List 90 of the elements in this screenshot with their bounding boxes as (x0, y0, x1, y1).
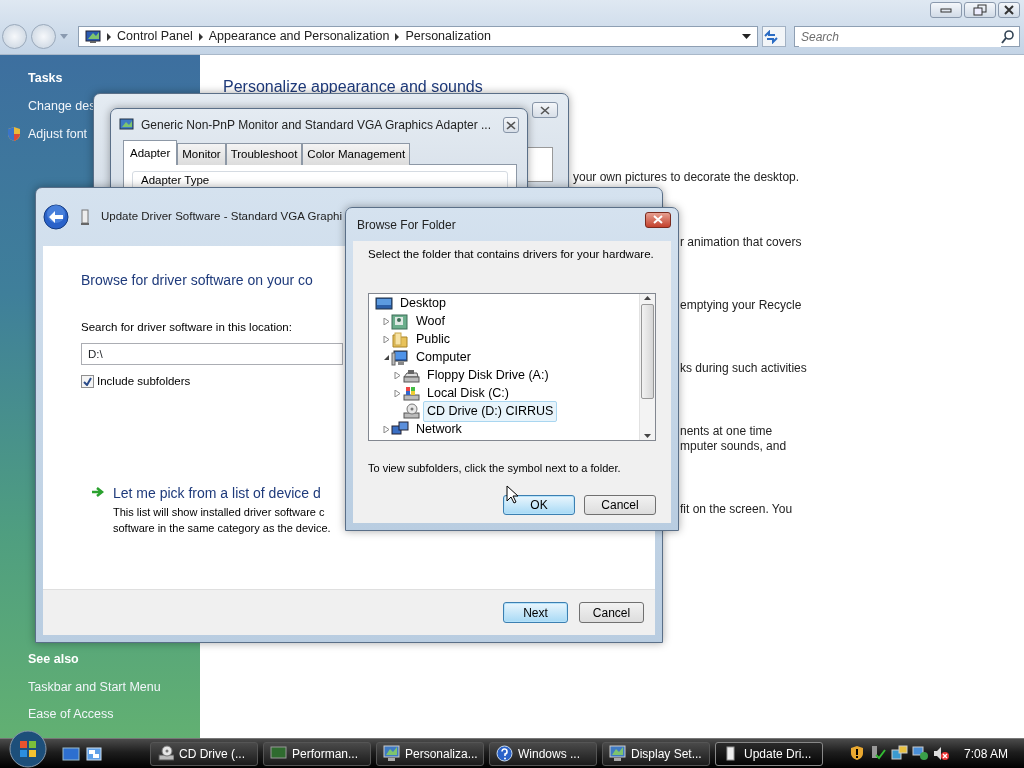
option-description: This list will show installed driver software c (113, 504, 326, 520)
cd-drive-icon (157, 745, 174, 762)
computer-icon (391, 348, 409, 366)
scroll-down-icon[interactable] (643, 432, 652, 441)
dialog-button[interactable]: OK (503, 494, 575, 515)
folder-icon (391, 330, 409, 348)
refresh-button[interactable] (762, 26, 786, 47)
warning-shield-icon[interactable] (848, 745, 866, 762)
device-check-icon[interactable] (869, 745, 887, 762)
close-button[interactable] (502, 117, 519, 133)
description-text: emptying your Recycle (680, 298, 803, 313)
taskbar-button[interactable]: Performan... (263, 741, 371, 766)
display-icon (119, 117, 135, 133)
cd-drive-icon (402, 402, 420, 420)
restore-icon[interactable] (973, 4, 987, 16)
switch-windows-icon[interactable] (86, 746, 102, 761)
network-icon[interactable] (890, 745, 908, 762)
address-bar[interactable]: Control Panel Appearance and Personalization Personalization (78, 26, 758, 47)
window-title: Generic Non-PnP Monitor and Standard VGA Graphics Adapter ... (141, 117, 491, 134)
taskbar-button[interactable]: Windows ... (489, 741, 597, 766)
checkbox-label[interactable]: Include subfolders (97, 373, 191, 391)
shield-icon (6, 125, 22, 142)
network-globe-icon[interactable] (911, 745, 929, 762)
window-title: Browse For Folder (357, 216, 456, 234)
user-folder-icon (391, 312, 409, 330)
mute-volume-icon[interactable] (932, 745, 950, 762)
hint-text: To view subfolders, click the symbol next to a folder. (368, 461, 622, 477)
back-button[interactable] (43, 204, 69, 230)
minimize-icon[interactable] (939, 6, 953, 14)
desktop-icon (375, 294, 393, 312)
close-button[interactable] (998, 2, 1020, 18)
tab[interactable]: Troubleshoot (225, 143, 303, 166)
cursor-icon (506, 485, 518, 504)
description-text: fit on the screen. You (680, 502, 794, 517)
minimize-button[interactable] (930, 2, 962, 18)
folder-tree[interactable]: Desktop Woof Public Computer Floppy Disk Drive (A:) Local Disk (C:) CD Drive (D:) CIRRUS Network (368, 293, 656, 442)
restore-button[interactable] (964, 2, 996, 18)
page-heading: Browse for driver software on your co (81, 271, 313, 290)
close-icon[interactable] (506, 120, 516, 130)
description-text: r animation that covers (680, 235, 803, 250)
close-button[interactable] (532, 102, 558, 118)
task-link[interactable]: Adjust font (28, 124, 88, 144)
tab[interactable]: Adapter (123, 140, 178, 166)
window-title: Update Driver Software - Standard VGA Graphi (101, 209, 342, 225)
page-heading: Personalize appearance and sounds (223, 77, 484, 97)
clock-text[interactable]: 7:08 AM (963, 744, 1008, 763)
taskbar-button[interactable]: CD Drive (... (150, 741, 258, 766)
field-label: Search for driver software in this location: (81, 320, 292, 335)
close-icon[interactable] (540, 105, 550, 115)
network-icon (391, 420, 409, 438)
option-description: software in the same category as the device. (113, 520, 331, 536)
disk-icon (402, 384, 420, 402)
tree-item[interactable]: CD Drive (D:) CIRRUS (423, 400, 558, 422)
dialog-button[interactable]: Next (503, 602, 568, 623)
search-icon[interactable] (1001, 29, 1015, 44)
device-icon (79, 208, 91, 226)
search-field[interactable]: Search (794, 26, 1020, 47)
dropdown-arrow-icon[interactable] (742, 33, 751, 40)
breadcrumb-link[interactable]: Control Panel (117, 27, 193, 46)
description-text: ks during such activities (680, 361, 807, 376)
monitor-icon (270, 745, 287, 762)
group-label: Adapter Type (141, 174, 210, 187)
taskbar-button[interactable]: Personaliza... (376, 741, 484, 766)
dialog-button[interactable]: Cancel (584, 494, 656, 515)
display-icon (383, 745, 400, 762)
description-text: mputer sounds, and (680, 439, 788, 454)
tab[interactable]: Color Management (302, 143, 411, 166)
instruction-text: Select the folder that contains drivers for your hardware. (368, 247, 655, 262)
display-icon (609, 745, 626, 762)
show-desktop-icon[interactable] (62, 746, 80, 761)
option-link[interactable]: Let me pick from a list of device d (113, 482, 331, 504)
start-button[interactable] (8, 728, 48, 768)
dialog-button[interactable]: Cancel (579, 602, 644, 623)
close-icon[interactable] (1003, 5, 1015, 15)
description-text: your own pictures to decorate the desktop. (573, 170, 801, 185)
section-heading: See also (28, 650, 80, 668)
breadcrumb-link[interactable]: Appearance and Personalization (208, 27, 390, 46)
description-text: nents at one time (680, 424, 774, 439)
arrow-icon (91, 485, 105, 498)
control-panel-icon (85, 29, 101, 44)
taskbar-button[interactable]: Update Dri... (715, 741, 823, 766)
checkbox[interactable] (81, 375, 94, 389)
scrollbar[interactable] (639, 294, 655, 441)
section-heading: Tasks (28, 70, 64, 87)
close-button[interactable] (645, 211, 671, 228)
breadcrumb-link[interactable]: Personalization (405, 27, 491, 46)
tab[interactable]: Monitor (177, 143, 226, 166)
taskbar-button[interactable]: Display Set... (602, 741, 710, 766)
help-icon (496, 745, 513, 762)
path-field[interactable]: D:\ (81, 343, 343, 366)
